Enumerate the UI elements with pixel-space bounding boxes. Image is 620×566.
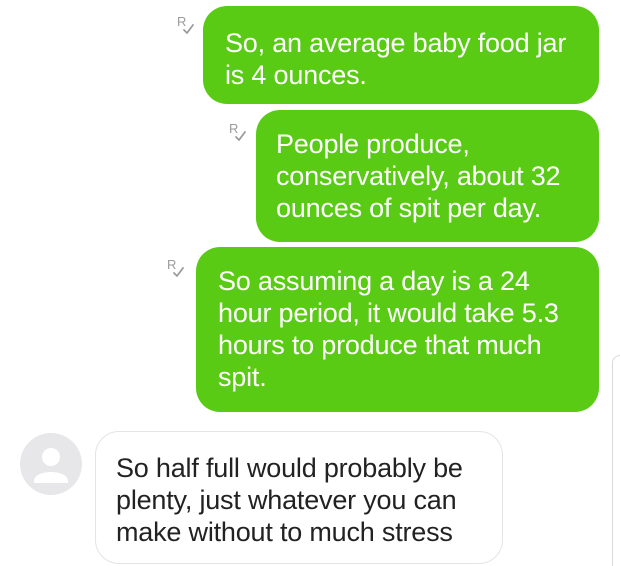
- read-receipt-icon: R: [166, 257, 188, 281]
- message-bubble-3[interactable]: So assuming a day is a 24 hour period, i…: [196, 247, 599, 412]
- message-bubble-1[interactable]: So, an average baby food jar is 4 ounces…: [203, 6, 599, 104]
- default-avatar-icon[interactable]: [20, 433, 82, 495]
- message-bubble-4[interactable]: So half full would probably be plenty, j…: [95, 431, 503, 564]
- chat-thread: R So, an average baby food jar is 4 ounc…: [0, 0, 620, 566]
- panel-edge: [612, 355, 620, 566]
- read-receipt-icon: R: [228, 121, 250, 145]
- svg-text:R: R: [177, 14, 186, 29]
- read-receipt-icon: R: [176, 14, 198, 38]
- message-bubble-2[interactable]: People produce, conservatively, about 32…: [256, 110, 599, 242]
- svg-text:R: R: [229, 121, 238, 136]
- svg-text:R: R: [167, 257, 176, 272]
